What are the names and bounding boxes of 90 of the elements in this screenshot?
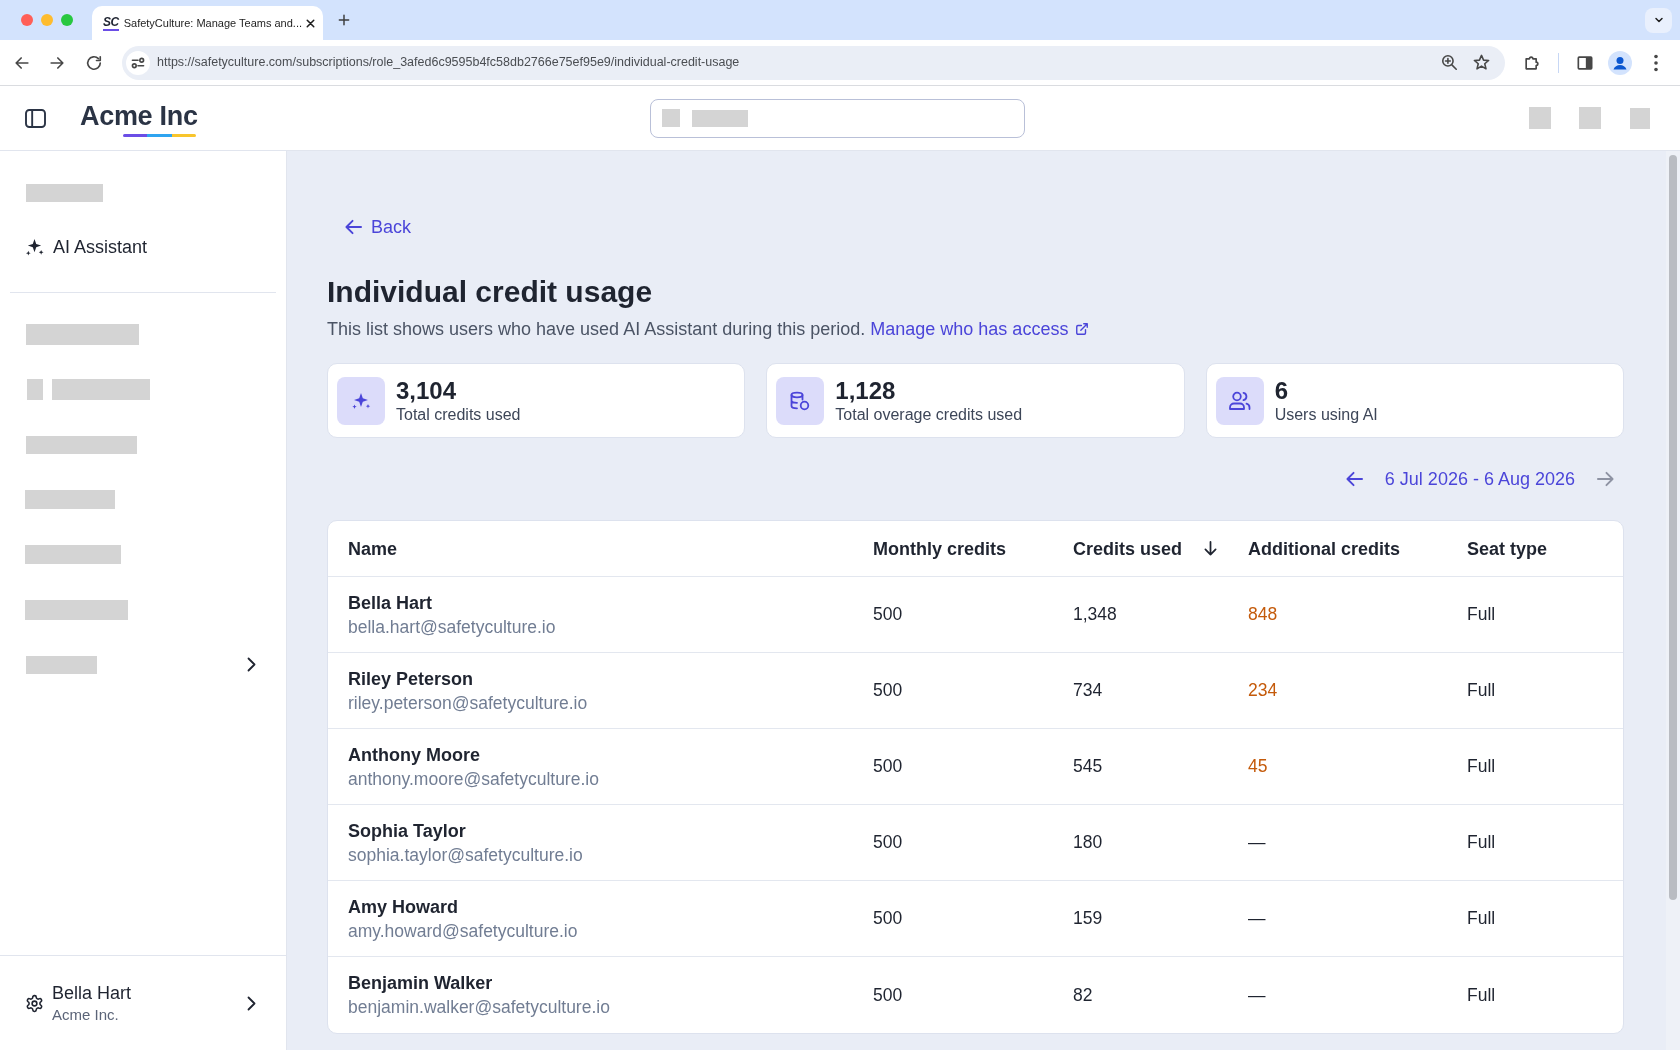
table-cell: 500 <box>873 832 903 852</box>
user-email: amy.howard@safetyculture.io <box>348 919 578 943</box>
column-header[interactable]: Monthly credits <box>873 536 1006 561</box>
back-link[interactable]: Back <box>345 215 412 239</box>
arrow-left-icon <box>345 219 362 235</box>
site-settings-icon[interactable] <box>126 50 150 75</box>
sidebar-toggle-icon <box>25 108 46 128</box>
table-cell: 180 <box>1073 832 1103 852</box>
redacted-placeholder <box>26 655 97 674</box>
column-header[interactable]: Seat type <box>1467 536 1548 561</box>
external-link-icon <box>1075 322 1090 336</box>
plus-icon <box>336 12 352 28</box>
column-header[interactable]: Name <box>348 536 398 561</box>
table-cell: 1,348 <box>1073 604 1117 624</box>
table-cell: 734 <box>1073 680 1103 700</box>
browser-tab[interactable]: SC SafetyCulture: Manage Teams and... <box>92 6 323 40</box>
table-cell: — <box>1248 832 1266 852</box>
stat-value: 3,104 <box>396 376 458 405</box>
user-name: Bella Hart <box>348 591 433 615</box>
chevron-right-icon[interactable] <box>247 995 256 1011</box>
table-cell: 45 <box>1248 756 1268 776</box>
table-cell: Full <box>1467 680 1496 700</box>
stat-value: 6 <box>1274 376 1289 405</box>
table-cell: 500 <box>873 756 903 776</box>
users-icon <box>1215 376 1264 425</box>
sparkle-icon <box>25 238 44 257</box>
redacted-placeholder <box>692 109 748 127</box>
table-cell: 159 <box>1073 908 1103 928</box>
user-email: sophia.taylor@safetyculture.io <box>348 843 583 867</box>
table-cell: 500 <box>873 984 903 1005</box>
table-cell: 500 <box>873 908 903 928</box>
user-name: Anthony Moore <box>348 743 480 767</box>
table-cell: 848 <box>1248 604 1278 624</box>
column-header[interactable]: Credits used <box>1073 536 1183 561</box>
scrollbar[interactable] <box>1669 155 1677 900</box>
table-cell: Full <box>1467 604 1496 624</box>
stat-label: Total overage credits used <box>835 404 1023 425</box>
sidebar-item[interactable]: AI Assistant <box>25 234 148 261</box>
user-name: Benjamin Walker <box>348 972 493 995</box>
redacted-placeholder <box>1529 107 1551 129</box>
user-name: Amy Howard <box>348 895 459 919</box>
table-cell: — <box>1248 984 1266 1005</box>
table-cell: Full <box>1467 984 1496 1005</box>
column-header[interactable]: Additional credits <box>1248 536 1400 561</box>
user-email: bella.hart@safetyculture.io <box>348 615 556 639</box>
user-email: benjamin.walker@safetyculture.io <box>348 996 610 1019</box>
organization-name: Acme Inc. <box>52 1004 120 1025</box>
user-email: anthony.moore@safetyculture.io <box>348 767 599 791</box>
arrow-right-icon <box>1596 471 1614 487</box>
redacted-placeholder <box>662 109 680 127</box>
gear-icon[interactable] <box>25 993 44 1013</box>
redacted-placeholder <box>27 379 43 400</box>
stat-value: 1,128 <box>835 376 897 405</box>
arrow-left-icon <box>1346 471 1364 487</box>
user-name: Riley Peterson <box>348 667 474 691</box>
table-cell: 500 <box>873 680 903 700</box>
page-title: Individual credit usage <box>327 274 653 310</box>
star-icon <box>1471 53 1491 72</box>
table-cell: 82 <box>1073 984 1093 1005</box>
stat-label: Total credits used <box>396 404 521 425</box>
period-label: 6 Jul 2026 - 6 Aug 2026 <box>1384 468 1575 491</box>
user-name: Sophia Taylor <box>348 819 466 843</box>
manage-access-link[interactable]: Manage who has access <box>870 317 1090 341</box>
redacted-placeholder <box>1630 107 1650 129</box>
table-cell: Full <box>1467 908 1496 928</box>
redacted-placeholder <box>1579 107 1601 129</box>
coins-icon <box>776 376 825 425</box>
table-cell: Full <box>1467 832 1496 852</box>
zoom-in-icon <box>1439 53 1459 72</box>
page-description: This list shows users who have used AI Assistant during this period. <box>327 318 866 341</box>
table-cell: 500 <box>873 604 903 624</box>
sparkle-icon <box>337 376 385 425</box>
address-bar[interactable]: https://safetyculture.com/subscriptions/role_3afed6c9595b4fc58db2766e75ef95e9/individual-credit-usage <box>122 45 1505 80</box>
chevron-right-icon[interactable] <box>247 657 256 672</box>
search-field[interactable] <box>650 98 1025 138</box>
sort-descending-icon[interactable] <box>1204 541 1218 556</box>
logo[interactable]: Acme Inc <box>80 99 198 137</box>
table-cell: Full <box>1467 756 1496 776</box>
sidebar-toggle-button[interactable] <box>24 106 47 130</box>
avatar-icon <box>1608 50 1632 75</box>
table-cell: 234 <box>1248 680 1278 700</box>
user-email: riley.peterson@safetyculture.io <box>348 691 588 715</box>
stat-label: Users using AI <box>1274 404 1378 425</box>
kebab-menu-icon <box>1653 53 1659 72</box>
table-cell: 545 <box>1073 756 1103 776</box>
url-text: https://safetyculture.com/subscriptions/role_3afed6c9595b4fc58db2766e75ef95e9/individual-credit-usage <box>157 54 740 72</box>
previous-period-button[interactable] <box>1345 470 1364 488</box>
table-cell: — <box>1248 908 1266 928</box>
user-name: Bella Hart <box>52 981 132 1005</box>
favicon: SC <box>103 15 119 31</box>
